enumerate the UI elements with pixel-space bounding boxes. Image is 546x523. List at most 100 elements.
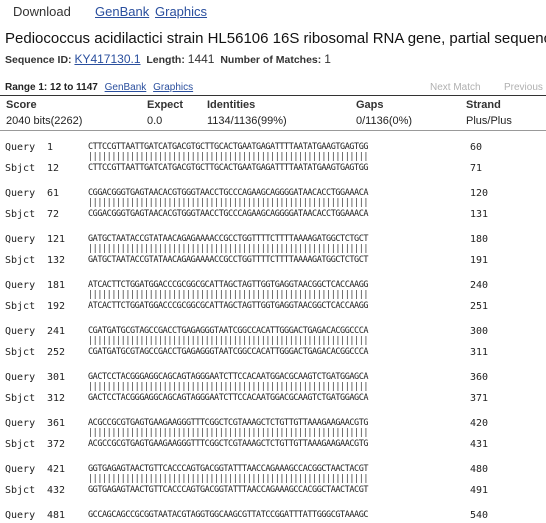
query-start: 61 (47, 188, 60, 199)
query-end: 300 (470, 326, 489, 337)
identities-value: 1134/1136(99%) (207, 115, 287, 127)
match-bars: ||||||||||||||||||||||||||||||||||||||||… (88, 152, 369, 162)
sbjct-end: 191 (470, 255, 489, 266)
matches-label: Number of Matches: (220, 54, 322, 66)
match-bars: ||||||||||||||||||||||||||||||||||||||||… (88, 244, 369, 254)
sbjct-end: 71 (470, 163, 483, 174)
range-graphics-link[interactable]: Graphics (153, 82, 193, 93)
query-end: 420 (470, 418, 489, 429)
sbjct-label: Sbjct (5, 393, 36, 404)
next-match-link[interactable]: Next Match (430, 82, 481, 93)
sbjct-start: 192 (47, 301, 66, 312)
sbjct-sequence: CTTCCGTTAATTGATCATGACGTGCTTGCACTGAATGAGA… (88, 163, 369, 173)
page-title: Pediococcus acidilactici strain HL56106 … (5, 30, 546, 47)
query-start: 361 (47, 418, 66, 429)
query-label: Query (5, 142, 36, 153)
sbjct-label: Sbjct (5, 255, 36, 266)
query-start: 1 (47, 142, 54, 153)
header-rule (0, 95, 546, 96)
seqid-label: Sequence ID: (5, 54, 72, 66)
sbjct-sequence: ATCACTTCTGGATGGACCCGCGGCGCATTAGCTAGTTGGT… (88, 301, 369, 311)
sbjct-end: 371 (470, 393, 489, 404)
query-start: 481 (47, 510, 66, 521)
query-start: 121 (47, 234, 66, 245)
sbjct-end: 131 (470, 209, 489, 220)
expect-value: 0.0 (147, 115, 163, 127)
score-value: 2040 bits(2262) (6, 115, 83, 127)
query-end: 480 (470, 464, 489, 475)
length-label: Length: (146, 54, 185, 66)
matches-value: 1 (324, 52, 331, 66)
sbjct-label: Sbjct (5, 209, 36, 220)
query-label: Query (5, 326, 36, 337)
genbank-link[interactable]: GenBank (95, 4, 149, 19)
sbjct-start: 72 (47, 209, 60, 220)
sbjct-end: 491 (470, 485, 489, 496)
sbjct-end: 251 (470, 301, 489, 312)
sequence-meta: Sequence ID: KY417130.1 Length: 1441 Num… (5, 52, 331, 66)
query-start: 421 (47, 464, 66, 475)
sbjct-start: 432 (47, 485, 66, 496)
query-sequence: GACTCCTACGGGAGGCAGCAGTAGGGAATCTTCCACAATG… (88, 372, 369, 382)
range-genbank-link[interactable]: GenBank (105, 82, 147, 93)
query-start: 241 (47, 326, 66, 337)
match-bars: ||||||||||||||||||||||||||||||||||||||||… (88, 382, 369, 392)
query-label: Query (5, 418, 36, 429)
query-label: Query (5, 280, 36, 291)
match-bars: ||||||||||||||||||||||||||||||||||||||||… (88, 474, 369, 484)
sbjct-label: Sbjct (5, 347, 36, 358)
expect-header: Expect (147, 99, 184, 111)
query-end: 120 (470, 188, 489, 199)
query-label: Query (5, 188, 36, 199)
sbjct-sequence: GACTCCTACGGGAGGCAGCAGTAGGGAATCTTCCACAATG… (88, 393, 369, 403)
query-start: 301 (47, 372, 66, 383)
graphics-link[interactable]: Graphics (155, 4, 207, 19)
query-label: Query (5, 464, 36, 475)
query-sequence: GGTGAGAGTAACTGTTCACCCAGTGACGGTATTTAACCAG… (88, 464, 369, 474)
sbjct-label: Sbjct (5, 485, 36, 496)
sbjct-sequence: GATGCTAATACCGTATAACAGAGAAAACCGCCTGGTTTTC… (88, 255, 369, 265)
sbjct-end: 431 (470, 439, 489, 450)
query-sequence: CTTCCGTTAATTGATCATGACGTGCTTGCACTGAATGAGA… (88, 142, 369, 152)
strand-header: Strand (466, 99, 501, 111)
query-sequence: CGGACGGGTGAGTAACACGTGGGTAACCTGCCCAGAAGCA… (88, 188, 369, 198)
query-label: Query (5, 372, 36, 383)
query-sequence: GCCAGCAGCCGCGGTAATACGTAGGTGGCAAGCGTTATCC… (88, 510, 369, 520)
query-label: Query (5, 234, 36, 245)
seqid-link[interactable]: KY417130.1 (74, 52, 140, 66)
query-end: 180 (470, 234, 489, 245)
match-bars: ||||||||||||||||||||||||||||||||||||||||… (88, 428, 369, 438)
sbjct-start: 132 (47, 255, 66, 266)
download-menu[interactable]: Download (13, 4, 71, 19)
query-label: Query (5, 510, 36, 521)
range-label: Range 1: 12 to 1147 (5, 82, 98, 93)
sbjct-label: Sbjct (5, 301, 36, 312)
sbjct-end: 311 (470, 347, 489, 358)
match-bars: ||||||||||||||||||||||||||||||||||||||||… (88, 290, 369, 300)
sbjct-sequence: ACGCCGCGTGAGTGAAGAAGGGTTTCGGCTCGTAAAGCTC… (88, 439, 369, 449)
query-end: 360 (470, 372, 489, 383)
match-bars: ||||||||||||||||||||||||||||||||||||||||… (88, 198, 369, 208)
range-bar: Range 1: 12 to 1147 GenBank Graphics Nex… (5, 82, 543, 93)
match-bars: ||||||||||||||||||||||||||||||||||||||||… (88, 336, 369, 346)
query-sequence: GATGCTAATACCGTATAACAGAGAAAACCGCCTGGTTTTC… (88, 234, 369, 244)
sbjct-sequence: GGTGAGAGTAACTGTTCACCCAGTGACGGTATTTAACCAG… (88, 485, 369, 495)
alignment-block: Query 1 CTTCCGTTAATTGATCATGACGTGCTTGCACTGA… (0, 130, 546, 523)
sbjct-sequence: CGGACGGGTGAGTAACACGTGGGTAACCTGCCCAGAAGCA… (88, 209, 369, 219)
previous-match-link[interactable]: Previous (504, 82, 543, 93)
query-end: 540 (470, 510, 489, 521)
gaps-header: Gaps (356, 99, 384, 111)
gaps-value: 0/1136(0%) (356, 115, 413, 127)
length-value: 1441 (187, 52, 215, 66)
score-header: Score (6, 99, 37, 111)
sbjct-sequence: CGATGATGCGTAGCCGACCTGAGAGGGTAATCGGCCACAT… (88, 347, 369, 357)
sbjct-start: 252 (47, 347, 66, 358)
identities-header: Identities (207, 99, 256, 111)
query-sequence: ACGCCGCGTGAGTGAAGAAGGGTTTCGGCTCGTAAAGCTC… (88, 418, 369, 428)
sbjct-label: Sbjct (5, 439, 36, 450)
query-start: 181 (47, 280, 66, 291)
strand-value: Plus/Plus (466, 115, 512, 127)
query-end: 60 (470, 142, 483, 153)
sbjct-label: Sbjct (5, 163, 36, 174)
query-sequence: ATCACTTCTGGATGGACCCGCGGCGCATTAGCTAGTTGGT… (88, 280, 369, 290)
